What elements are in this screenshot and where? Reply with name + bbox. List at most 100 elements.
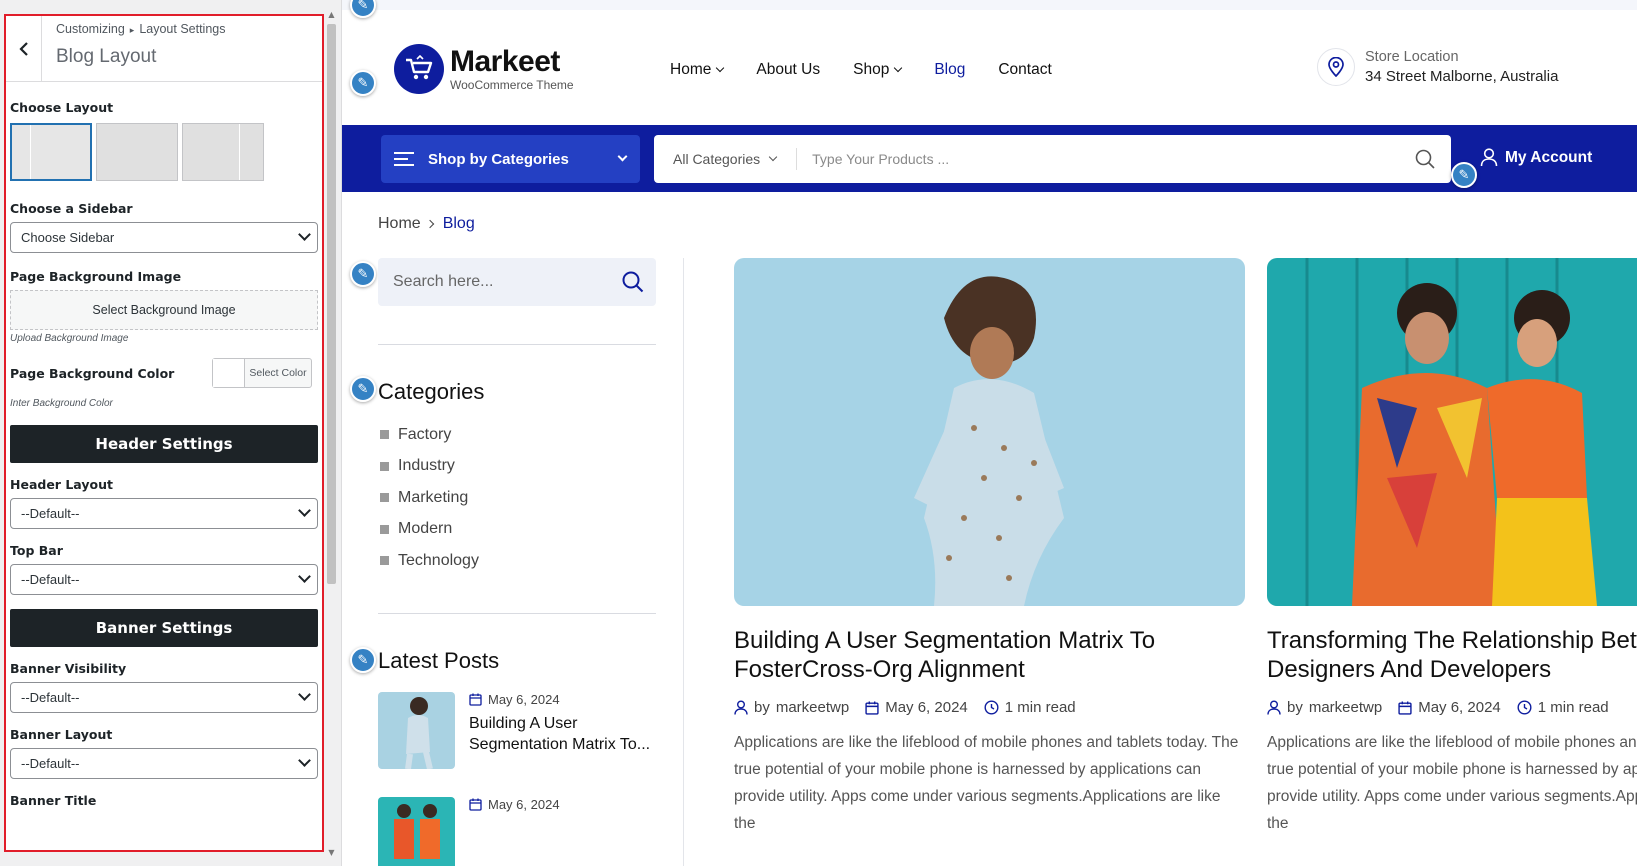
store-location-label: Store Location xyxy=(1365,49,1459,65)
sidebar-search: Search here... xyxy=(378,258,656,306)
nav-home-label: Home xyxy=(670,61,712,78)
nav-contact-label: Contact xyxy=(998,61,1052,78)
by-label: by xyxy=(1287,699,1303,716)
search-icon[interactable] xyxy=(1415,149,1435,174)
store-address: 34 Street Malborne, Australia xyxy=(1365,68,1559,85)
list-item[interactable]: Modern xyxy=(378,514,656,546)
header-layout-select[interactable]: --Default-- xyxy=(10,498,318,529)
nav-blog[interactable]: Blog xyxy=(934,61,965,79)
edit-shortcut-icon[interactable]: ✎ xyxy=(350,376,376,402)
list-item[interactable]: Factory xyxy=(378,419,656,451)
product-search-input[interactable]: Type Your Products ... xyxy=(812,151,949,167)
breadcrumb-blog: Blog xyxy=(442,215,475,232)
chevron-down-icon xyxy=(298,504,311,517)
calendar-icon xyxy=(865,701,879,715)
post-author[interactable]: by markeetwp xyxy=(1267,699,1382,716)
latest-post-title[interactable]: Building A User Segmentation Matrix To..… xyxy=(469,713,656,755)
select-color-label: Select Color xyxy=(249,367,307,379)
chevron-down-icon xyxy=(768,152,778,162)
banner-title-label: Banner Title xyxy=(10,793,97,808)
post-date-text: May 6, 2024 xyxy=(1418,699,1501,716)
layout-option-no-sidebar[interactable] xyxy=(96,123,178,181)
latest-post-item[interactable]: May 6, 2024 Building A User Segmentation… xyxy=(378,691,656,769)
top-bar-select[interactable]: --Default-- xyxy=(10,564,318,595)
select-bg-image-button[interactable]: Select Background Image xyxy=(10,290,318,330)
calendar-icon xyxy=(469,693,482,706)
cart-logo-icon xyxy=(394,44,444,94)
shop-by-categories-button[interactable]: Shop by Categories xyxy=(381,135,640,183)
latest-post-thumbnail[interactable] xyxy=(378,691,455,769)
sidebar-search-input[interactable]: Search here... xyxy=(393,273,494,291)
select-color-button[interactable]: Select Color xyxy=(212,358,312,388)
sidebar-label: Choose a Sidebar xyxy=(10,201,133,216)
edit-shortcut-icon[interactable]: ✎ xyxy=(350,261,376,287)
scroll-up-arrow-icon[interactable]: ▲ xyxy=(327,10,336,19)
edit-shortcut-icon[interactable]: ✎ xyxy=(1451,162,1477,188)
post-title[interactable]: Building A User Segmentation Matrix To F… xyxy=(734,626,1245,684)
bg-color-label: Page Background Color xyxy=(10,365,175,381)
category-factory: Factory xyxy=(398,425,452,443)
page-breadcrumb: Home Blog xyxy=(378,215,475,233)
edit-shortcut-icon[interactable]: ✎ xyxy=(350,70,376,96)
list-item[interactable]: Industry xyxy=(378,451,656,483)
list-item[interactable]: Technology xyxy=(378,545,656,577)
square-bullet-icon xyxy=(380,461,389,471)
edit-shortcut-icon[interactable]: ✎ xyxy=(350,0,376,18)
author-name: markeetwp xyxy=(1308,699,1383,716)
square-bullet-icon xyxy=(380,556,389,566)
post-meta: by markeetwp May 6, 2024 1 min read xyxy=(734,699,1245,716)
color-swatch xyxy=(213,359,245,387)
logo-name: Markeet xyxy=(450,44,560,78)
latest-post-item[interactable]: May 6, 2024 xyxy=(378,796,656,866)
nav-about-us[interactable]: About Us xyxy=(756,61,820,79)
logo-tagline: WooCommerce Theme xyxy=(450,77,574,92)
chevron-down-icon xyxy=(298,228,311,241)
my-account-label: My Account xyxy=(1505,148,1593,166)
category-industry: Industry xyxy=(398,457,455,475)
chevron-down-icon xyxy=(298,688,311,701)
choose-layout-label: Choose Layout xyxy=(10,100,114,115)
search-icon[interactable] xyxy=(622,271,644,298)
back-button[interactable] xyxy=(6,16,42,82)
edit-shortcut-icon[interactable]: ✎ xyxy=(350,647,376,673)
latest-posts-heading: Latest Posts xyxy=(378,647,500,673)
category-marketing: Marketing xyxy=(398,488,469,506)
scroll-down-arrow-icon[interactable]: ▼ xyxy=(327,848,336,857)
my-account-link[interactable]: My Account xyxy=(1480,148,1592,167)
category-technology: Technology xyxy=(398,551,479,569)
post-featured-image[interactable] xyxy=(734,258,1245,606)
scrollbar-thumb[interactable] xyxy=(327,24,336,584)
square-bullet-icon xyxy=(380,493,389,503)
breadcrumb-home[interactable]: Home xyxy=(378,215,421,233)
divider xyxy=(378,612,656,614)
layout-option-right-sidebar[interactable] xyxy=(182,123,264,181)
list-item[interactable]: Marketing xyxy=(378,482,656,514)
nav-contact[interactable]: Contact xyxy=(998,61,1051,79)
post-featured-image[interactable] xyxy=(1267,258,1637,606)
header-settings-heading: Header Settings xyxy=(10,425,318,463)
user-icon xyxy=(734,700,748,715)
site-logo[interactable]: Markeet WooCommerce Theme xyxy=(394,44,574,94)
categories-list: Factory Industry Marketing Modern Techno… xyxy=(378,419,656,577)
site-preview: ✎ ✎ Markeet WooCommerce Theme Home About… xyxy=(342,0,1637,866)
bg-color-row: Page Background Color Select Color xyxy=(10,358,318,388)
shop-by-categories-label: Shop by Categories xyxy=(428,150,569,168)
customizer-header: Customizing ▸ Layout Settings Blog Layout xyxy=(6,16,322,82)
all-categories-dropdown[interactable]: All Categories xyxy=(673,151,778,167)
post-author[interactable]: by markeetwp xyxy=(734,699,849,716)
square-bullet-icon xyxy=(380,524,389,534)
breadcrumb-customizing: Customizing xyxy=(56,22,125,36)
latest-post-date: May 6, 2024 xyxy=(469,797,560,812)
sidebar-select[interactable]: Choose Sidebar xyxy=(10,222,318,253)
banner-visibility-select[interactable]: --Default-- xyxy=(10,682,318,713)
nav-shop[interactable]: Shop xyxy=(853,61,903,79)
category-modern: Modern xyxy=(398,520,453,538)
banner-layout-select[interactable]: --Default-- xyxy=(10,748,318,779)
layout-option-left-sidebar[interactable] xyxy=(10,123,92,181)
post-title[interactable]: Transforming The Relationship Between De… xyxy=(1267,626,1637,684)
latest-post-thumbnail[interactable] xyxy=(378,796,455,866)
top-strip xyxy=(342,0,1637,10)
breadcrumb-layout-settings: Layout Settings xyxy=(139,22,226,36)
post-read-time: 1 min read xyxy=(1517,699,1609,716)
nav-home[interactable]: Home xyxy=(670,61,725,79)
